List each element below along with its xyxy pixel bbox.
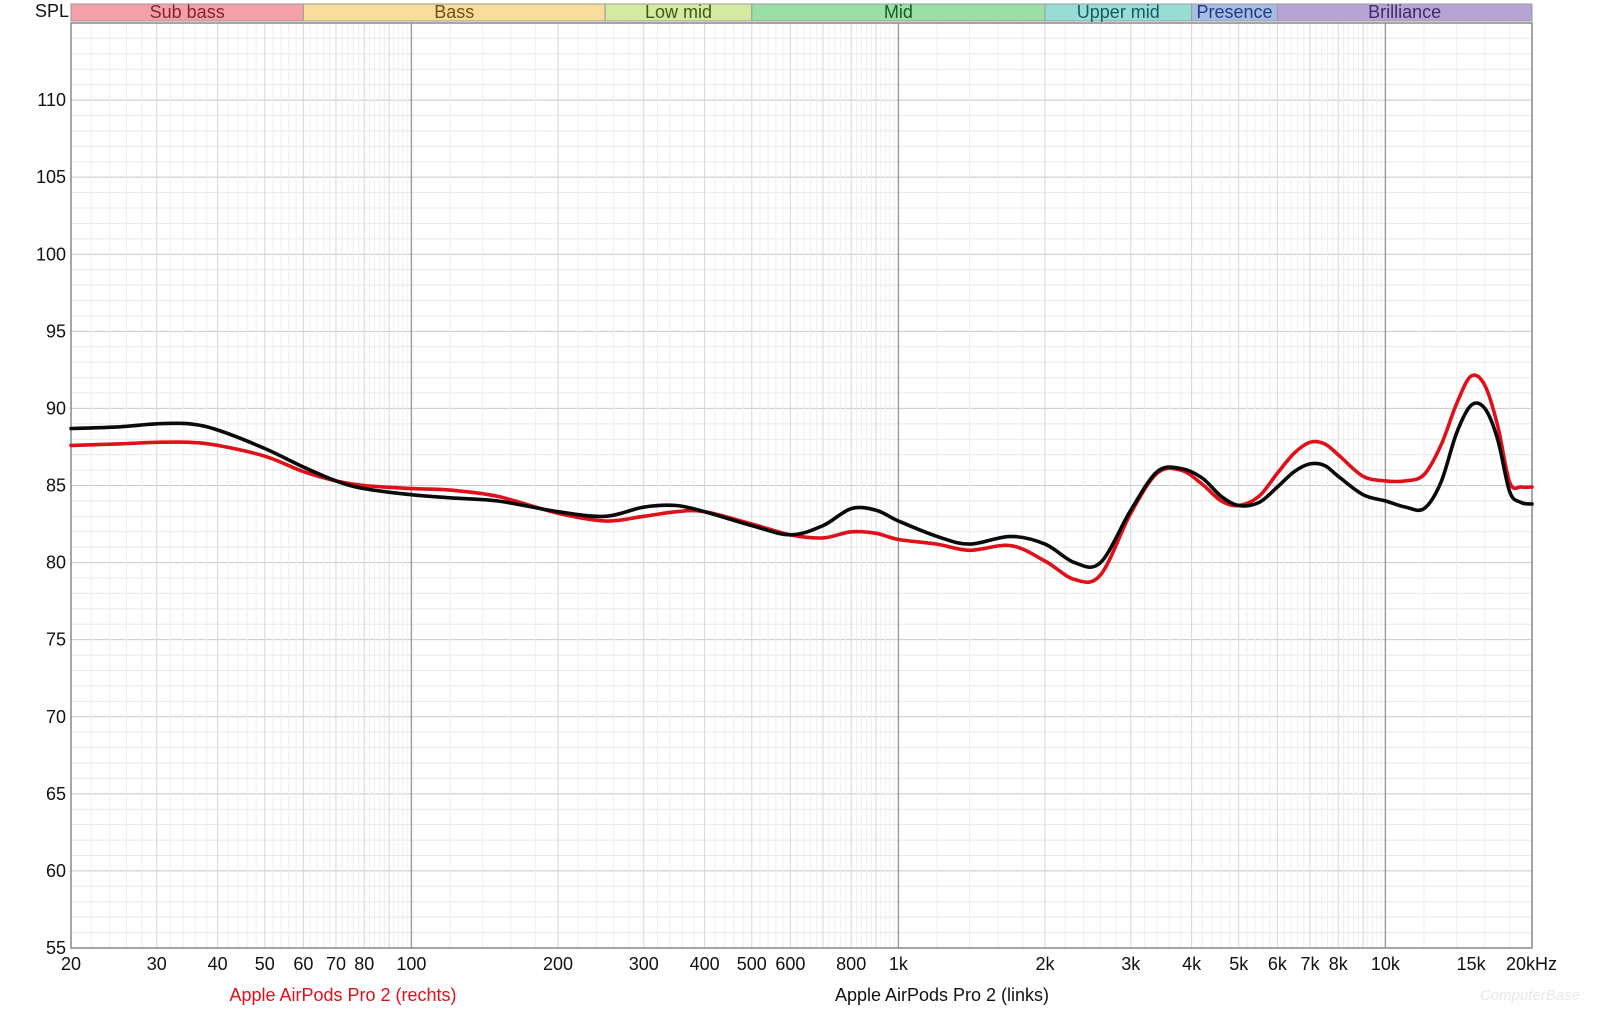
band-label: Upper mid	[1077, 2, 1160, 22]
frequency-bands: Sub bass Bass Low mid Mid Upper mid Presence B…	[70, 2, 1533, 22]
legend-series-rechts: Apple AirPods Pro 2 (rechts)	[229, 985, 456, 1005]
y-tick-label: 85	[46, 476, 66, 496]
grid	[70, 22, 1533, 949]
band-label: Presence	[1196, 2, 1272, 22]
x-tick-label: 5k	[1229, 954, 1249, 974]
watermark-logo: ComputerBase	[1480, 987, 1580, 1004]
x-tick-label: 500	[737, 954, 767, 974]
x-tick-label: 600	[775, 954, 805, 974]
y-tick-label: 60	[46, 861, 66, 881]
x-tick-label: 80	[354, 954, 374, 974]
y-tick-label: 95	[46, 321, 66, 341]
x-tick-label: 200	[543, 954, 573, 974]
x-tick-label: 30	[147, 954, 167, 974]
x-tick-label: 40	[208, 954, 228, 974]
y-tick-label: 105	[36, 167, 66, 187]
x-tick-label: 4k	[1182, 954, 1202, 974]
y-tick-label: 80	[46, 553, 66, 573]
band-label: Brilliance	[1368, 2, 1441, 22]
x-tick-label: 300	[629, 954, 659, 974]
band-label: Bass	[434, 2, 474, 22]
frequency-response-chart: Sub bass Bass Low mid Mid Upper mid Presence B…	[35, 1, 1580, 1005]
x-tick-label: 6k	[1268, 954, 1288, 974]
y-axis-ticks: 556065707580859095100105110	[36, 90, 66, 958]
x-tick-label: 7k	[1300, 954, 1320, 974]
y-tick-label: 100	[36, 244, 66, 264]
x-tick-label: 100	[396, 954, 426, 974]
legend-series-links: Apple AirPods Pro 2 (links)	[835, 985, 1049, 1005]
y-tick-label: 90	[46, 398, 66, 418]
x-tick-label: 20	[61, 954, 81, 974]
x-tick-label: 70	[326, 954, 346, 974]
x-tick-label: 3k	[1121, 954, 1141, 974]
y-tick-label: 70	[46, 707, 66, 727]
y-tick-label: 75	[46, 630, 66, 650]
x-tick-label: 8k	[1329, 954, 1349, 974]
y-axis-label: SPL	[35, 1, 69, 21]
x-tick-label: 800	[836, 954, 866, 974]
band-label: Sub bass	[150, 2, 225, 22]
watermark-text: ComputerBase	[1480, 987, 1580, 1004]
y-tick-label: 110	[37, 90, 66, 110]
x-tick-label: 20kHz	[1506, 954, 1557, 974]
band-label: Mid	[884, 2, 913, 22]
x-tick-label: 400	[690, 954, 720, 974]
x-tick-label: 1k	[889, 954, 909, 974]
x-tick-label: 60	[293, 954, 313, 974]
y-tick-label: 65	[46, 784, 66, 804]
band-label: Low mid	[645, 2, 712, 22]
x-axis-ticks: 20 30 40 50 60 70 80 100 200 300 400 500 600 800 1k 2k 3…	[61, 954, 1557, 974]
x-tick-label: 15k	[1457, 954, 1487, 974]
x-tick-label: 2k	[1035, 954, 1055, 974]
x-tick-label: 50	[255, 954, 275, 974]
x-tick-label: 10k	[1371, 954, 1401, 974]
